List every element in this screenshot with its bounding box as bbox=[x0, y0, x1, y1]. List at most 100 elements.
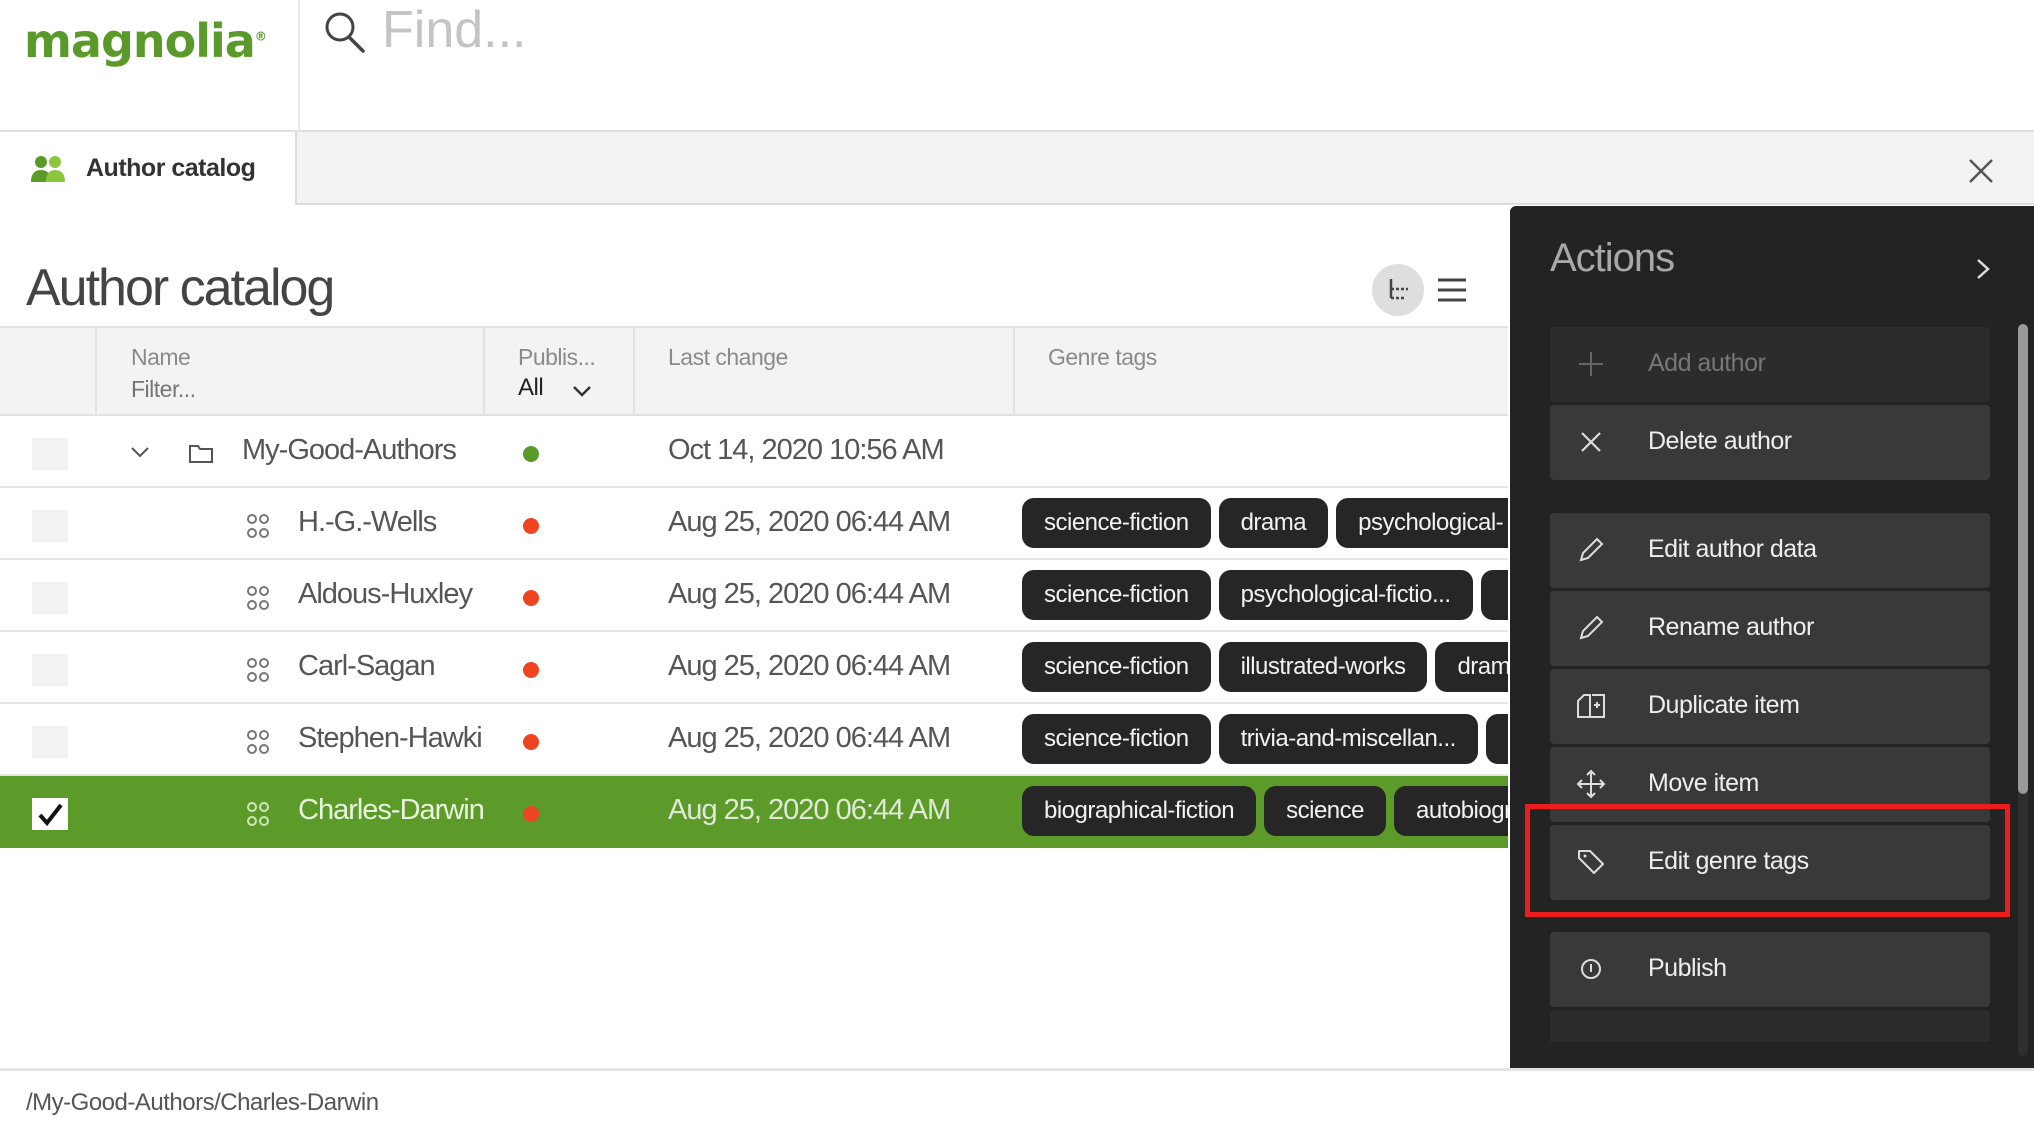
logo-text: magnolia bbox=[24, 14, 256, 68]
row-name: Stephen-Hawking bbox=[298, 722, 483, 754]
action-publish[interactable]: Publish bbox=[1550, 932, 1990, 1007]
status-bar: /My-Good-Authors/Charles-Darwin bbox=[0, 1068, 2034, 1138]
node-icon bbox=[247, 730, 269, 754]
row-checkbox[interactable] bbox=[32, 510, 68, 542]
duplicate-icon bbox=[1577, 694, 1605, 718]
author-table: Name Publis... All Last change Genre tag… bbox=[0, 326, 1508, 848]
table-row-folder[interactable]: My-Good-Authors Oct 14, 2020 10:56 AM bbox=[0, 416, 1508, 488]
genre-tags: science-fiction drama psychological- bbox=[1022, 498, 1508, 550]
action-label: Publish bbox=[1648, 954, 1727, 982]
pencil-icon bbox=[1579, 615, 1604, 640]
genre-tag[interactable]: drama bbox=[1435, 642, 1508, 692]
action-delete-author[interactable]: Delete author bbox=[1550, 405, 1990, 480]
actions-title: Actions bbox=[1550, 236, 1675, 280]
search-icon[interactable] bbox=[323, 10, 367, 54]
action-add-author[interactable]: Add author bbox=[1550, 327, 1990, 402]
tree-view-icon bbox=[1389, 279, 1408, 300]
chevron-down-icon[interactable] bbox=[128, 440, 152, 464]
plus-icon bbox=[1579, 352, 1603, 376]
genre-tag[interactable]: science-fiction bbox=[1022, 570, 1211, 620]
genre-tags: science-fictionillustrated-worksdrama bbox=[1022, 642, 1508, 694]
header-last-change[interactable]: Last change bbox=[635, 328, 1015, 416]
status-modified-icon bbox=[523, 590, 539, 606]
table-row-selected[interactable]: Charles-Darwin Aug 25, 2020 06:44 AM bio… bbox=[0, 776, 1508, 848]
table-row[interactable]: Stephen-Hawking Aug 25, 2020 06:44 AM sc… bbox=[0, 704, 1508, 776]
header-select-column bbox=[0, 328, 97, 416]
app-header: magnolia® bbox=[0, 0, 2034, 132]
actions-panel: Actions Add author Delete author Edit au… bbox=[1510, 206, 2034, 1068]
move-icon bbox=[1576, 769, 1606, 799]
row-checkbox[interactable] bbox=[32, 726, 68, 758]
action-label: Duplicate item bbox=[1648, 691, 1800, 719]
row-checkbox[interactable] bbox=[32, 438, 68, 470]
action-move-item[interactable]: Move item bbox=[1550, 747, 1990, 822]
genre-tags: science-fiction trivia-and-miscellan... bbox=[1022, 714, 1508, 766]
header-genre-tags[interactable]: Genre tags bbox=[1015, 328, 1508, 416]
action-label: Edit genre tags bbox=[1648, 847, 1809, 875]
genre-tag[interactable]: psychological- bbox=[1336, 498, 1508, 548]
row-name: Carl-Sagan bbox=[298, 650, 436, 682]
tab-author-catalog[interactable]: Author catalog bbox=[0, 132, 297, 205]
genre-tag[interactable]: science-fiction bbox=[1022, 498, 1211, 548]
header-genre-tags-label: Genre tags bbox=[1048, 344, 1157, 370]
users-icon bbox=[31, 155, 65, 182]
action-more[interactable] bbox=[1550, 1010, 1990, 1042]
genre-tag[interactable]: autobiography bbox=[1393, 786, 1508, 836]
header-name[interactable]: Name bbox=[97, 328, 485, 416]
status-modified-icon bbox=[523, 806, 539, 822]
table-row[interactable]: Carl-Sagan Aug 25, 2020 06:44 AM science… bbox=[0, 632, 1508, 704]
genre-tag[interactable]: psychological-fictio... bbox=[1218, 570, 1473, 620]
genre-tag[interactable] bbox=[1480, 570, 1508, 620]
genre-tag[interactable] bbox=[1485, 714, 1508, 764]
genre-tag[interactable]: illustrated-works bbox=[1218, 642, 1428, 692]
status-filter-select[interactable]: All bbox=[518, 374, 544, 402]
tree-view-toggle[interactable] bbox=[1372, 264, 1424, 316]
genre-tag[interactable]: biographical-fiction bbox=[1022, 786, 1257, 836]
selected-path: /My-Good-Authors/Charles-Darwin bbox=[26, 1089, 379, 1116]
node-icon bbox=[247, 514, 269, 538]
list-view-icon[interactable] bbox=[1432, 270, 1472, 310]
status-modified-icon bbox=[523, 662, 539, 678]
magnolia-logo[interactable]: magnolia® bbox=[24, 14, 267, 68]
header-status[interactable]: Publis... All bbox=[485, 328, 635, 416]
genre-tag[interactable]: trivia-and-miscellan... bbox=[1218, 714, 1478, 764]
close-icon[interactable] bbox=[1964, 154, 1998, 188]
row-last-change: Aug 25, 2020 06:44 AM bbox=[668, 578, 951, 610]
action-edit-author-data[interactable]: Edit author data bbox=[1550, 513, 1990, 588]
row-checkbox[interactable] bbox=[32, 582, 68, 614]
row-checkbox-checked[interactable] bbox=[32, 798, 68, 830]
name-filter-input[interactable] bbox=[131, 376, 461, 403]
actions-scrollbar-thumb[interactable] bbox=[2018, 324, 2028, 794]
search-input[interactable] bbox=[382, 0, 1382, 60]
genre-tag[interactable]: drama bbox=[1218, 498, 1329, 548]
close-icon bbox=[1581, 432, 1601, 452]
tab-bar: Author catalog bbox=[0, 132, 2034, 205]
genre-tag[interactable]: science-fiction bbox=[1022, 642, 1211, 692]
table-row[interactable]: H.-G.-Wells Aug 25, 2020 06:44 AM scienc… bbox=[0, 488, 1508, 560]
action-label: Move item bbox=[1648, 769, 1759, 797]
row-checkbox[interactable] bbox=[32, 654, 68, 686]
row-name: Aldous-Huxley bbox=[298, 578, 473, 610]
node-icon bbox=[247, 586, 269, 610]
row-name: My-Good-Authors bbox=[242, 434, 456, 466]
chevron-down-icon[interactable] bbox=[571, 384, 593, 398]
actions-scrollbar[interactable] bbox=[2018, 324, 2028, 1056]
checkmark-icon bbox=[38, 803, 63, 827]
chevron-right-icon[interactable] bbox=[1970, 254, 1996, 284]
table-row[interactable]: Aldous-Huxley Aug 25, 2020 06:44 AM scie… bbox=[0, 560, 1508, 632]
action-label: Edit author data bbox=[1648, 535, 1817, 563]
action-label: Delete author bbox=[1648, 427, 1792, 455]
row-last-change: Aug 25, 2020 06:44 AM bbox=[668, 506, 951, 538]
publish-icon bbox=[1581, 959, 1601, 979]
action-duplicate-item[interactable]: Duplicate item bbox=[1550, 669, 1990, 744]
header-name-label: Name bbox=[131, 344, 191, 370]
row-last-change: Aug 25, 2020 06:44 AM bbox=[668, 722, 951, 754]
genre-tag[interactable]: science bbox=[1264, 786, 1386, 836]
action-rename-author[interactable]: Rename author bbox=[1550, 591, 1990, 666]
genre-tag[interactable]: science-fiction bbox=[1022, 714, 1211, 764]
row-last-change: Oct 14, 2020 10:56 AM bbox=[668, 434, 945, 466]
action-edit-genre-tags[interactable]: Edit genre tags bbox=[1550, 825, 1990, 900]
pencil-icon bbox=[1579, 537, 1604, 562]
header-last-change-label: Last change bbox=[668, 344, 788, 370]
status-modified-icon bbox=[523, 518, 539, 534]
